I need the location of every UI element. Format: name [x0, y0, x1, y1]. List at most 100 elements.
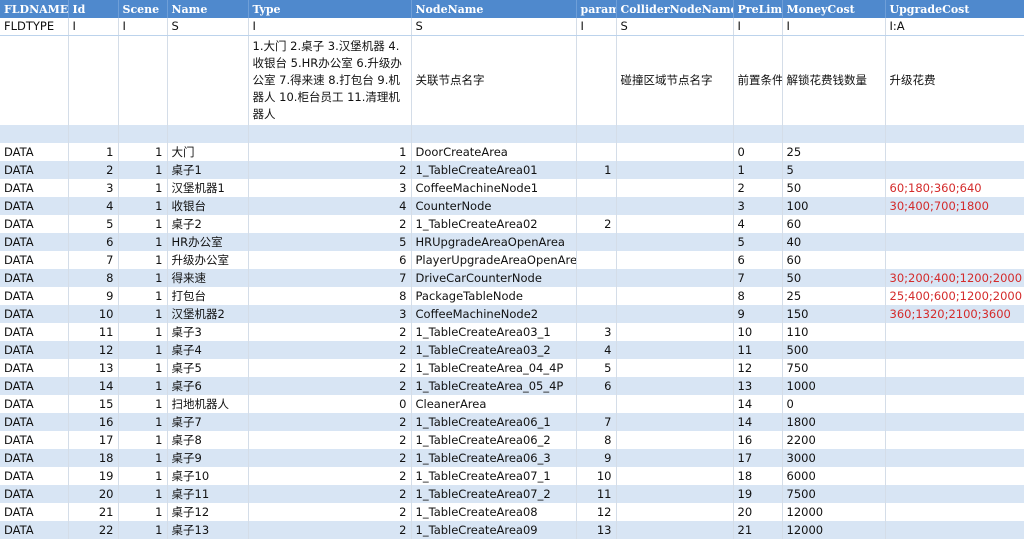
cell-name[interactable]: 桌子3 [167, 323, 249, 341]
column-header-name[interactable]: Name [167, 0, 249, 18]
cell-id[interactable]: 10 [68, 305, 119, 323]
cell-param[interactable] [576, 395, 617, 413]
field-type-fldname[interactable]: FLDTYPE [0, 18, 69, 36]
cell-nodeName[interactable]: 1_TableCreateArea08 [411, 503, 577, 521]
cell-type[interactable]: 1 [248, 143, 412, 161]
cell-collider[interactable] [616, 503, 734, 521]
cell-preLimit[interactable]: 20 [733, 503, 783, 521]
cell-moneyCost[interactable]: 60 [782, 251, 886, 269]
cell-upgradeCost[interactable]: 30;200;400;1200;2000 [885, 269, 1024, 287]
cell-scene[interactable]: 1 [118, 449, 168, 467]
cell-nodeName[interactable]: 1_TableCreateArea01 [411, 161, 577, 179]
cell-id[interactable]: 11 [68, 323, 119, 341]
cell-type[interactable]: 2 [248, 467, 412, 485]
cell-nodeName[interactable]: HRUpgradeAreaOpenArea [411, 233, 577, 251]
empty-cell[interactable] [167, 125, 249, 143]
column-header-preLimit[interactable]: PreLimit [733, 0, 783, 18]
empty-cell[interactable] [733, 125, 783, 143]
cell-nodeName[interactable]: CleanerArea [411, 395, 577, 413]
cell-upgradeCost[interactable] [885, 323, 1024, 341]
cell-nodeName[interactable]: 1_TableCreateArea_04_4P [411, 359, 577, 377]
cell-preLimit[interactable]: 2 [733, 179, 783, 197]
cell-type[interactable]: 3 [248, 305, 412, 323]
cell-param[interactable]: 8 [576, 431, 617, 449]
cell-collider[interactable] [616, 323, 734, 341]
cell-preLimit[interactable]: 14 [733, 395, 783, 413]
cell-fldname[interactable]: DATA [0, 413, 69, 431]
cell-upgradeCost[interactable]: 360;1320;2100;3600 [885, 305, 1024, 323]
cell-upgradeCost[interactable] [885, 395, 1024, 413]
cell-nodeName[interactable]: 1_TableCreateArea06_2 [411, 431, 577, 449]
cell-scene[interactable]: 1 [118, 269, 168, 287]
cell-param[interactable] [576, 179, 617, 197]
cell-type[interactable]: 2 [248, 413, 412, 431]
cell-nodeName[interactable]: CoffeeMachineNode1 [411, 179, 577, 197]
cell-upgradeCost[interactable] [885, 143, 1024, 161]
cell-nodeName[interactable]: 1_TableCreateArea09 [411, 521, 577, 539]
empty-cell[interactable] [782, 125, 886, 143]
cell-moneyCost[interactable]: 500 [782, 341, 886, 359]
cell-fldname[interactable]: DATA [0, 395, 69, 413]
cell-preLimit[interactable]: 11 [733, 341, 783, 359]
cell-fldname[interactable]: DATA [0, 485, 69, 503]
cell-type[interactable]: 2 [248, 431, 412, 449]
cell-preLimit[interactable]: 3 [733, 197, 783, 215]
cell-name[interactable]: 桌子8 [167, 431, 249, 449]
cell-moneyCost[interactable]: 12000 [782, 503, 886, 521]
cell-param[interactable]: 6 [576, 377, 617, 395]
cell-id[interactable]: 22 [68, 521, 119, 539]
cell-collider[interactable] [616, 413, 734, 431]
cell-collider[interactable] [616, 431, 734, 449]
empty-cell[interactable] [248, 125, 412, 143]
cell-moneyCost[interactable]: 150 [782, 305, 886, 323]
column-header-type[interactable]: Type [248, 0, 412, 18]
cell-name[interactable]: 收银台 [167, 197, 249, 215]
cell-scene[interactable]: 1 [118, 305, 168, 323]
cell-upgradeCost[interactable]: 30;400;700;1800 [885, 197, 1024, 215]
cell-name[interactable]: 桌子5 [167, 359, 249, 377]
cell-param[interactable] [576, 269, 617, 287]
cell-preLimit[interactable]: 13 [733, 377, 783, 395]
cell-name[interactable]: 大门 [167, 143, 249, 161]
cell-param[interactable] [576, 197, 617, 215]
field-type-moneyCost[interactable]: I [782, 18, 886, 36]
cell-preLimit[interactable]: 14 [733, 413, 783, 431]
cell-scene[interactable]: 1 [118, 215, 168, 233]
cell-upgradeCost[interactable] [885, 503, 1024, 521]
cell-param[interactable]: 2 [576, 215, 617, 233]
cell-preLimit[interactable]: 21 [733, 521, 783, 539]
cell-upgradeCost[interactable] [885, 377, 1024, 395]
column-header-collider[interactable]: ColliderNodeName [616, 0, 734, 18]
cell-type[interactable]: 2 [248, 377, 412, 395]
cell-moneyCost[interactable]: 7500 [782, 485, 886, 503]
cell-preLimit[interactable]: 5 [733, 233, 783, 251]
cell-nodeName[interactable]: PackageTableNode [411, 287, 577, 305]
column-header-fldname[interactable]: FLDNAME [0, 0, 69, 18]
cell-collider[interactable] [616, 341, 734, 359]
cell-collider[interactable] [616, 485, 734, 503]
cell-name[interactable]: 桌子7 [167, 413, 249, 431]
cell-param[interactable] [576, 305, 617, 323]
cell-nodeName[interactable]: CoffeeMachineNode2 [411, 305, 577, 323]
cell-id[interactable]: 7 [68, 251, 119, 269]
cell-scene[interactable]: 1 [118, 395, 168, 413]
cell-id[interactable]: 16 [68, 413, 119, 431]
cell-id[interactable]: 4 [68, 197, 119, 215]
cell-name[interactable]: 桌子10 [167, 467, 249, 485]
cell-nodeName[interactable]: 1_TableCreateArea06_3 [411, 449, 577, 467]
cell-moneyCost[interactable]: 5 [782, 161, 886, 179]
cell-param[interactable]: 11 [576, 485, 617, 503]
column-header-upgradeCost[interactable]: UpgradeCost [885, 0, 1024, 18]
field-type-scene[interactable]: I [118, 18, 168, 36]
empty-cell[interactable] [0, 125, 69, 143]
cell-fldname[interactable]: DATA [0, 377, 69, 395]
cell-preLimit[interactable]: 1 [733, 161, 783, 179]
cell-name[interactable]: 桌子2 [167, 215, 249, 233]
cell-fldname[interactable]: DATA [0, 449, 69, 467]
empty-cell[interactable] [118, 125, 168, 143]
cell-type[interactable]: 2 [248, 341, 412, 359]
cell-param[interactable]: 9 [576, 449, 617, 467]
cell-moneyCost[interactable]: 3000 [782, 449, 886, 467]
cell-nodeName[interactable]: 1_TableCreateArea03_2 [411, 341, 577, 359]
cell-collider[interactable] [616, 395, 734, 413]
